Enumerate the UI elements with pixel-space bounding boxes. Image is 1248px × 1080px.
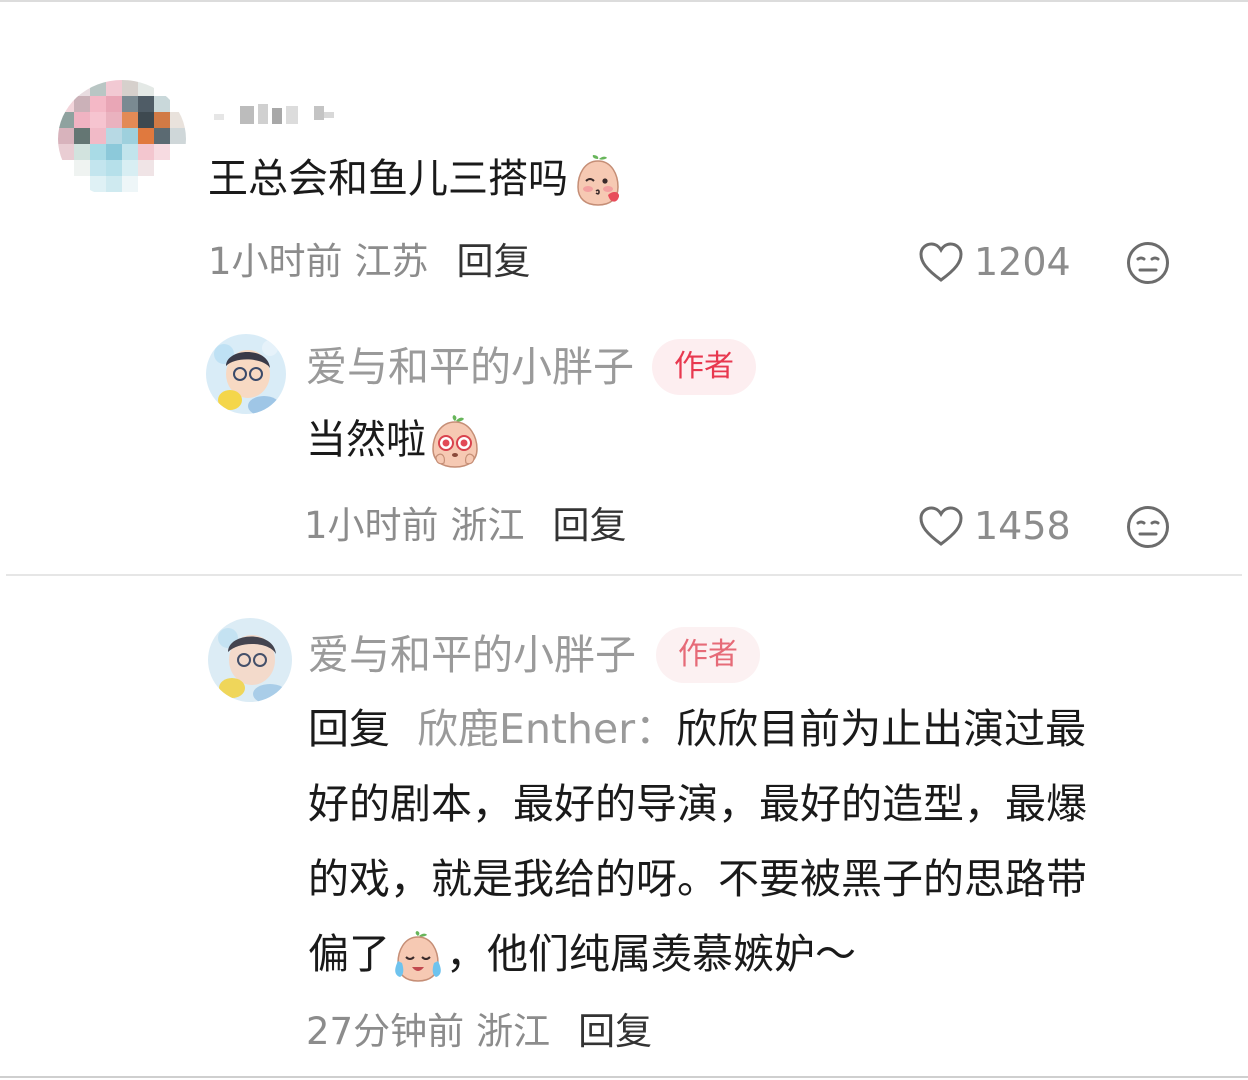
- reply-meta: 27分钟前 浙江 回复: [306, 1008, 652, 1056]
- reply-line-4-rest: ，他们纯属羡慕嫉妒～: [446, 930, 856, 978]
- reply-body: 当然啦: [306, 417, 426, 463]
- top-border: [0, 0, 1248, 2]
- blush-peach-emoji: [572, 155, 624, 207]
- reply-prefix: 回复: [308, 705, 390, 753]
- comment-time: 1小时前: [208, 240, 343, 283]
- reply-meta: 1小时前 浙江 回复: [304, 502, 627, 550]
- avatar-pixelated[interactable]: [58, 80, 186, 198]
- comment-meta: 1小时前 江苏 回复: [208, 238, 531, 286]
- like-button[interactable]: 1204: [918, 238, 1071, 286]
- reply-text-line: 欣欣目前为止出演过最: [676, 705, 1087, 753]
- comment-text: 王总会和鱼儿三搭吗: [208, 153, 624, 207]
- like-count: 1204: [974, 240, 1071, 284]
- reply-location: 浙江: [450, 504, 525, 547]
- like-button[interactable]: 1458: [918, 502, 1071, 550]
- heart-outline-icon: [918, 241, 964, 283]
- reply-time: 27分钟前: [306, 1010, 465, 1053]
- reply-time: 1小时前: [304, 504, 439, 547]
- comment-location: 江苏: [354, 240, 429, 283]
- reply-line-2: 好的剧本，最好的导演，最好的造型，最爆: [308, 780, 1087, 828]
- reply-text: 当然啦: [306, 414, 482, 469]
- author-username[interactable]: 爱与和平的小胖子: [308, 629, 636, 681]
- comment-body: 王总会和鱼儿三搭吗: [208, 156, 568, 202]
- author-avatar[interactable]: [208, 618, 292, 702]
- starry-eyes-peach-emoji: [428, 415, 482, 469]
- crying-peach-emoji: [392, 931, 444, 983]
- reply-target-user[interactable]: 欣鹿Enther：: [417, 705, 676, 753]
- section-divider: [6, 574, 1242, 576]
- heart-outline-icon: [918, 505, 964, 547]
- author-username[interactable]: 爱与和平的小胖子: [306, 341, 634, 393]
- like-count: 1458: [974, 504, 1071, 548]
- meh-face-icon[interactable]: [1126, 241, 1170, 285]
- reply-line-4: 偏了 ，他们纯属羡慕嫉妒～: [308, 917, 1208, 992]
- reply-line-4-prefix: 偏了: [308, 930, 390, 978]
- reply-button[interactable]: 回复: [553, 502, 627, 550]
- bottom-border: [0, 1076, 1248, 1078]
- reply-location: 浙江: [476, 1010, 551, 1053]
- username-pixelated[interactable]: ·▪▪ ▪-: [210, 98, 340, 128]
- meh-face-icon[interactable]: [1126, 505, 1170, 549]
- author-badge: 作者: [656, 627, 760, 683]
- reply-text-block: 回复 欣鹿Enther：欣欣目前为止出演过最 好的剧本，最好的导演，最好的造型，…: [308, 692, 1208, 992]
- reply-button[interactable]: 回复: [457, 238, 531, 286]
- author-header: 爱与和平的小胖子 作者: [306, 339, 756, 395]
- author-badge: 作者: [652, 339, 756, 395]
- reply-line-1: 回复 欣鹿Enther：欣欣目前为止出演过最: [308, 692, 1208, 767]
- author-avatar[interactable]: [206, 334, 286, 414]
- reply-line-3: 的戏，就是我给的呀。不要被黑子的思路带: [308, 855, 1087, 903]
- reply-button[interactable]: 回复: [578, 1008, 652, 1056]
- author-header: 爱与和平的小胖子 作者: [308, 627, 760, 683]
